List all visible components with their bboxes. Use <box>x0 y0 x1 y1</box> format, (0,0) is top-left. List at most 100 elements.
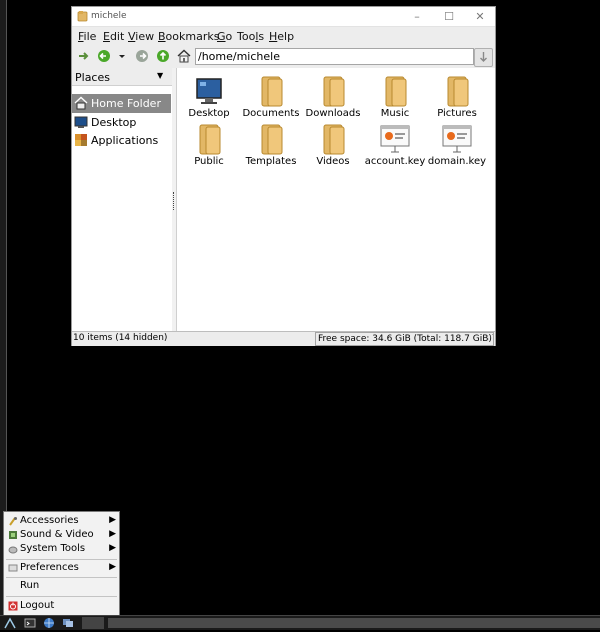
sidebar-item-label: Home Folder <box>91 97 161 110</box>
submenu-arrow-icon: ▶ <box>109 562 116 572</box>
menu-file[interactable]: File <box>78 30 96 43</box>
menu-bar: File Edit View Bookmarks Go Tools Help <box>72 27 495 45</box>
resize-grip-icon[interactable]: ⋰ <box>487 333 495 344</box>
window-title: michele <box>91 11 127 21</box>
taskbar-task-area[interactable] <box>108 618 600 628</box>
menu-item-system-tools[interactable]: System Tools ▶ <box>4 542 119 556</box>
menu-item-label: Preferences <box>20 562 79 573</box>
folder-icon <box>316 122 350 156</box>
folder-icon <box>440 74 474 108</box>
accessories-icon <box>8 516 18 526</box>
file-item-documents[interactable]: Documents <box>240 74 302 122</box>
taskbar-window-button[interactable] <box>82 617 104 629</box>
desktop-switcher-icon[interactable] <box>62 617 74 629</box>
menu-item-run[interactable]: Run <box>4 579 119 593</box>
menu-item-sound-video[interactable]: Sound & Video ▶ <box>4 528 119 542</box>
presentation-file-icon <box>440 122 474 156</box>
menu-help[interactable]: Help <box>269 30 294 43</box>
sidebar-item-label: Applications <box>91 134 159 147</box>
file-name: Music <box>380 108 410 119</box>
menu-separator <box>6 559 117 560</box>
logout-icon <box>8 601 18 611</box>
status-bar: 10 items (14 hidden) Free space: 34.6 Gi… <box>72 331 495 346</box>
menu-item-label: Sound & Video <box>20 529 94 540</box>
file-item-domain-key[interactable]: domain.key <box>426 122 488 170</box>
parent-folder-icon[interactable] <box>156 49 170 63</box>
menu-item-preferences[interactable]: Preferences ▶ <box>4 561 119 575</box>
history-dropdown-icon[interactable] <box>117 49 127 63</box>
location-input[interactable]: /home/michele <box>195 48 474 65</box>
title-bar[interactable]: michele – ☐ ✕ <box>72 7 495 27</box>
file-item-templates[interactable]: Templates <box>240 122 302 170</box>
menu-edit[interactable]: Edit <box>103 30 124 43</box>
start-menu-icon[interactable] <box>4 617 16 629</box>
minimize-button[interactable]: – <box>406 8 428 25</box>
maximize-button[interactable]: ☐ <box>438 8 460 25</box>
preferences-icon <box>8 563 18 573</box>
file-name: domain.key <box>427 156 487 167</box>
file-item-downloads[interactable]: Downloads <box>302 74 364 122</box>
sound-video-icon <box>8 530 18 540</box>
home-icon[interactable] <box>177 49 191 63</box>
splitter-grip <box>173 192 176 210</box>
file-item-pictures[interactable]: Pictures <box>426 74 488 122</box>
menu-separator <box>6 596 117 597</box>
folder-icon <box>254 122 288 156</box>
desktop-icon <box>74 115 88 129</box>
file-name: account.key <box>364 156 426 167</box>
menu-item-logout[interactable]: Logout <box>4 599 119 613</box>
sidebar-item-desktop[interactable]: Desktop <box>72 113 171 132</box>
presentation-file-icon <box>378 122 412 156</box>
file-item-music[interactable]: Music <box>364 74 426 122</box>
menu-item-label: Logout <box>20 600 55 611</box>
terminal-icon[interactable] <box>24 617 36 629</box>
folder-icon <box>378 74 412 108</box>
submenu-arrow-icon: ▶ <box>109 529 116 539</box>
file-item-videos[interactable]: Videos <box>302 122 364 170</box>
file-name: Templates <box>245 156 297 167</box>
places-selector[interactable]: Places ▼ <box>72 68 172 86</box>
close-button[interactable]: ✕ <box>469 8 491 25</box>
back-icon[interactable] <box>97 49 111 63</box>
submenu-arrow-icon: ▶ <box>109 515 116 525</box>
file-name: Documents <box>242 108 300 119</box>
file-item-public[interactable]: Public <box>178 122 240 170</box>
file-name: Downloads <box>305 108 361 119</box>
file-manager-window: michele – ☐ ✕ File Edit View Bookmarks G… <box>72 7 495 346</box>
menu-separator <box>6 577 117 578</box>
places-label: Places <box>75 71 110 84</box>
menu-go[interactable]: Go <box>217 30 232 43</box>
desktop-icon <box>192 74 226 108</box>
up-arrow-icon[interactable] <box>77 49 91 63</box>
menu-item-accessories[interactable]: Accessories ▶ <box>4 514 119 528</box>
file-item-account-key[interactable]: account.key <box>364 122 426 170</box>
menu-view[interactable]: View <box>128 30 154 43</box>
file-name: Videos <box>316 156 350 167</box>
file-name: Public <box>194 156 224 167</box>
sidebar-item-home-folder[interactable]: Home Folder <box>72 94 171 113</box>
go-button[interactable] <box>474 48 493 67</box>
forward-icon[interactable] <box>135 49 149 63</box>
folder-icon <box>316 74 350 108</box>
file-view: Desktop Documents Downloads Music Pictur… <box>177 68 495 331</box>
web-browser-icon[interactable] <box>43 617 55 629</box>
toolbar: /home/michele <box>72 45 495 69</box>
sidebar-item-label: Desktop <box>91 116 137 129</box>
file-item-desktop[interactable]: Desktop <box>178 74 240 122</box>
file-name: Pictures <box>437 108 477 119</box>
item-count: 10 items (14 hidden) <box>73 333 168 343</box>
places-sidebar: Places ▼ Home Folder Desktop Application… <box>72 68 173 331</box>
start-menu: Accessories ▶ Sound & Video ▶ System Too… <box>3 511 120 617</box>
menu-bookmarks[interactable]: Bookmarks <box>158 30 219 43</box>
file-name: Desktop <box>188 108 230 119</box>
home-icon <box>74 96 88 110</box>
folder-icon <box>192 122 226 156</box>
menu-item-label: Run <box>20 580 40 591</box>
system-tools-icon <box>8 544 18 554</box>
applications-icon <box>74 133 88 147</box>
menu-tools[interactable]: Tools <box>237 30 264 43</box>
menu-item-label: Accessories <box>20 515 79 526</box>
dropdown-arrow-icon: ▼ <box>157 71 164 80</box>
taskbar <box>0 615 600 630</box>
sidebar-item-applications[interactable]: Applications <box>72 131 171 150</box>
